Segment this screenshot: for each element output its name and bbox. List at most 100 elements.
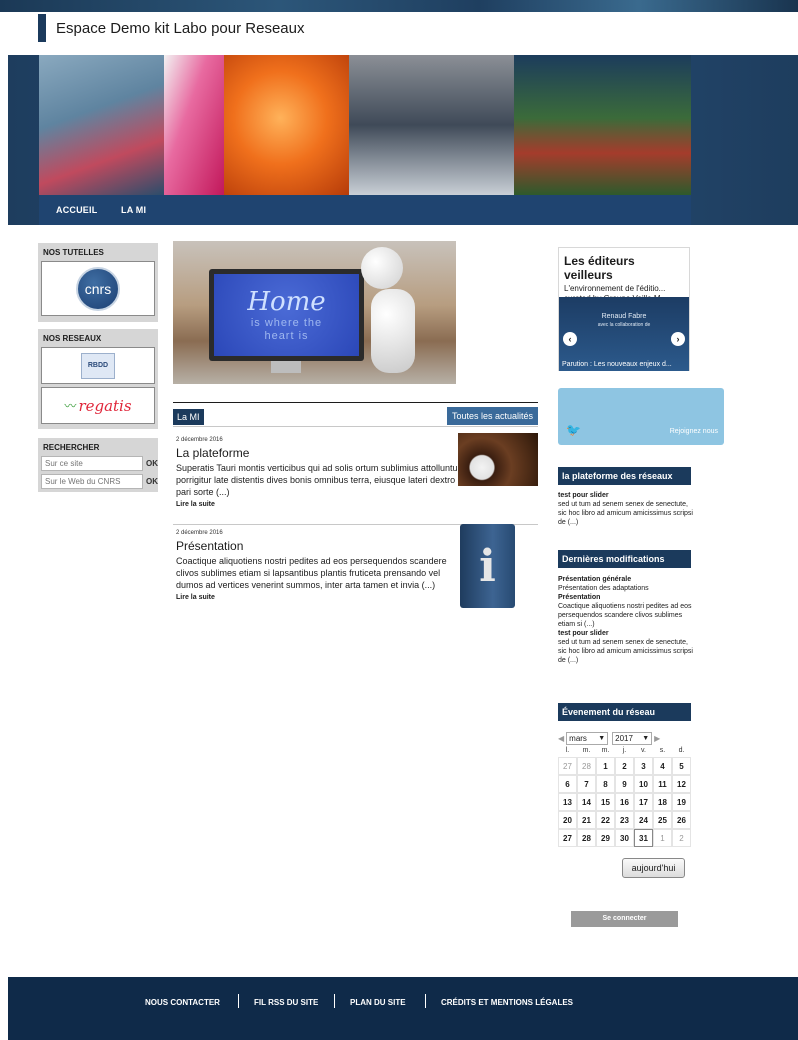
calendar-day[interactable]: 24 [634, 811, 653, 829]
weekday-label: l. [565, 747, 570, 754]
cnrs-logo-link[interactable]: cnrs [41, 261, 155, 316]
modifs-item-text: sed ut tum ad senem senex de senectute, … [558, 639, 693, 664]
calendar-day-today[interactable]: 31 [634, 829, 653, 847]
calendar-day[interactable]: 27 [558, 757, 577, 775]
plateforme-heading: la plateforme des réseaux [558, 467, 691, 485]
calendar-day[interactable]: 30 [615, 829, 634, 847]
calendar-day[interactable]: 6 [558, 775, 577, 793]
news-tab-la-mi[interactable]: La MI [173, 409, 204, 425]
news-title-link[interactable]: Présentation [176, 539, 456, 553]
calendar-day[interactable]: 28 [577, 829, 596, 847]
calendar-day[interactable]: 13 [558, 793, 577, 811]
calendar-day[interactable]: 9 [615, 775, 634, 793]
calendar-year-select[interactable]: 2017 ▼ [612, 732, 653, 745]
calendar-day[interactable]: 12 [672, 775, 691, 793]
calendar-prev-icon[interactable]: ◀ [558, 734, 564, 743]
calendar-day[interactable]: 17 [634, 793, 653, 811]
evenement-heading: Évenement du réseau [558, 703, 691, 721]
calendar-day[interactable]: 11 [653, 775, 672, 793]
calendar-day[interactable]: 8 [596, 775, 615, 793]
calendar-day[interactable]: 5 [672, 757, 691, 775]
modifs-list: Présentation générale Présentation des a… [558, 575, 693, 665]
footer-link-rss[interactable]: FIL RSS DU SITE [254, 998, 318, 1007]
nav-la-mi[interactable]: LA MI [121, 205, 146, 215]
news-thumbnail-info-icon[interactable]: i [460, 524, 515, 608]
calendar-day[interactable]: 1 [596, 757, 615, 775]
all-news-button[interactable]: Toutes les actualités [446, 407, 538, 425]
calendar-day[interactable]: 23 [615, 811, 634, 829]
footer-link-credits[interactable]: CRÉDITS ET MENTIONS LÉGALES [441, 998, 573, 1007]
search-site-ok-button[interactable]: OK [146, 459, 158, 468]
news-thumbnail-coffee[interactable] [458, 433, 538, 486]
calendar-day[interactable]: 3 [634, 757, 653, 775]
calendar-day[interactable]: 7 [577, 775, 596, 793]
search-site-input[interactable] [41, 456, 143, 471]
hero-line-2: heart is [264, 330, 309, 342]
calendar-day[interactable]: 1 [653, 829, 672, 847]
banner-photo-pink [164, 55, 224, 195]
regatis-logo-link[interactable]: 〰 regatis [41, 387, 155, 424]
title-accent-bar [38, 14, 46, 42]
modifs-item-text: Présentation des adaptations [558, 585, 649, 592]
calendar-day[interactable]: 28 [577, 757, 596, 775]
calendar-day[interactable]: 2 [615, 757, 634, 775]
editeurs-title[interactable]: Les éditeurs veilleurs [559, 248, 689, 282]
calendar-day[interactable]: 4 [653, 757, 672, 775]
nav-accueil[interactable]: ACCUEIL [56, 205, 97, 215]
modifs-item-title-link[interactable]: test pour slider [558, 630, 609, 637]
news-date: 2 décembre 2016 [176, 530, 223, 536]
twitter-join-link[interactable]: Rejoignez nous [670, 428, 718, 435]
calendar-year-value: 2017 [615, 734, 633, 743]
calendar-day[interactable]: 2 [672, 829, 691, 847]
editeurs-slide-caption: Parution : Les nouveaux enjeux d... [562, 361, 672, 368]
calendar-day[interactable]: 21 [577, 811, 596, 829]
editeurs-slide[interactable]: Renaud Fabre avec la collaboration de ‹ … [559, 297, 689, 371]
calendar-day[interactable]: 27 [558, 829, 577, 847]
calendar-next-icon[interactable]: ▶ [654, 734, 660, 743]
slide-prev-icon[interactable]: ‹ [563, 332, 577, 346]
site-title[interactable]: Espace Demo kit Labo pour Reseaux [56, 20, 304, 37]
calendar-month-select[interactable]: mars ▼ [566, 732, 609, 745]
news-date: 2 décembre 2016 [176, 437, 223, 443]
calendar-day[interactable]: 25 [653, 811, 672, 829]
tutelles-box: NOS TUTELLES cnrs [38, 243, 158, 322]
calendar-day[interactable]: 20 [558, 811, 577, 829]
weekday-label: s. [659, 747, 666, 754]
chevron-down-icon: ▼ [598, 735, 606, 742]
twitter-widget[interactable]: 🐦 Rejoignez nous [558, 388, 724, 445]
slide-next-icon[interactable]: › [671, 332, 685, 346]
news-title-link[interactable]: La plateforme [176, 446, 456, 460]
plateforme-item: test pour slider sed ut tum ad senem sen… [558, 491, 693, 527]
login-button[interactable]: Se connecter [571, 911, 678, 927]
hero-image: Home is where the heart is [173, 241, 456, 384]
search-title: RECHERCHER [43, 443, 100, 452]
banner-photo-lab [349, 55, 514, 195]
read-more-link[interactable]: Lire la suite [176, 501, 456, 508]
chevron-down-icon: ▼ [642, 735, 650, 742]
hero-figure-head [361, 247, 403, 289]
rbdd-logo-link[interactable]: RBDD [41, 347, 155, 384]
calendar-day[interactable]: 22 [596, 811, 615, 829]
footer-link-contact[interactable]: NOUS CONTACTER [145, 998, 220, 1007]
calendar-day[interactable]: 14 [577, 793, 596, 811]
header-banner [39, 55, 691, 195]
footer-separator [238, 994, 239, 1008]
today-button[interactable]: aujourd'hui [622, 858, 685, 878]
read-more-link[interactable]: Lire la suite [176, 594, 456, 601]
calendar-day[interactable]: 29 [596, 829, 615, 847]
modifs-item-title-link[interactable]: Présentation générale [558, 576, 631, 583]
weekday-label: m. [601, 747, 610, 754]
calendar-day[interactable]: 18 [653, 793, 672, 811]
search-cnrs-ok-button[interactable]: OK [146, 477, 158, 486]
search-cnrs-input[interactable] [41, 474, 143, 489]
calendar-day[interactable]: 26 [672, 811, 691, 829]
calendar-day[interactable]: 16 [615, 793, 634, 811]
search-box: RECHERCHER OK OK [38, 438, 158, 492]
calendar-day[interactable]: 10 [634, 775, 653, 793]
plateforme-item-title-link[interactable]: test pour slider [558, 492, 609, 499]
editeurs-slide-author: Renaud Fabre [601, 313, 647, 320]
footer-link-sitemap[interactable]: PLAN DU SITE [350, 998, 406, 1007]
calendar-day[interactable]: 15 [596, 793, 615, 811]
calendar-day[interactable]: 19 [672, 793, 691, 811]
modifs-item-title-link[interactable]: Présentation [558, 594, 600, 601]
